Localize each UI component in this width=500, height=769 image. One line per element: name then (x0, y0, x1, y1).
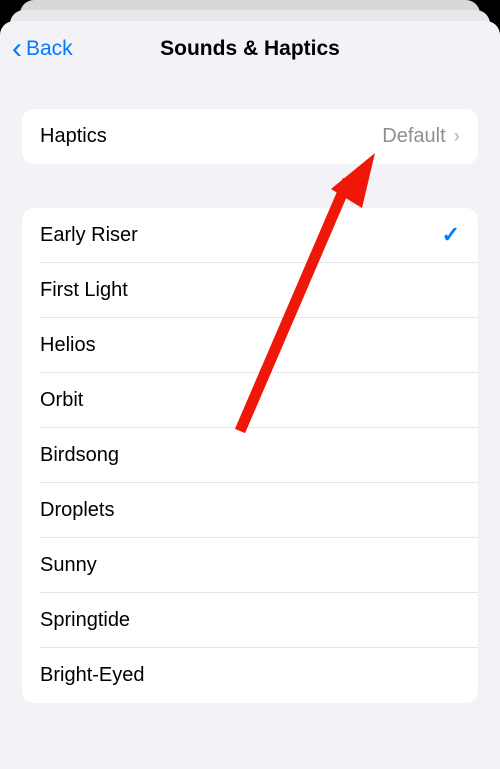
sound-label: Springtide (40, 609, 130, 632)
sound-row[interactable]: Sunny (40, 538, 478, 593)
sound-row[interactable]: Orbit (40, 373, 478, 428)
back-label: Back (26, 37, 73, 61)
chevron-right-icon: › (454, 126, 460, 148)
sound-label: Orbit (40, 389, 83, 412)
nav-bar: ‹ Back Sounds & Haptics (0, 21, 500, 77)
sound-label: First Light (40, 279, 128, 302)
haptics-value: Default (382, 125, 445, 148)
sound-label: Early Riser (40, 224, 138, 247)
haptics-section: Haptics Default › (22, 109, 478, 164)
sound-row[interactable]: Helios (40, 318, 478, 373)
back-button[interactable]: ‹ Back (0, 34, 73, 64)
haptics-row[interactable]: Haptics Default › (22, 109, 478, 164)
page-title: Sounds & Haptics (0, 37, 500, 61)
sound-row[interactable]: Droplets (40, 483, 478, 538)
sound-row[interactable]: Bright-Eyed (40, 648, 478, 703)
sound-row[interactable]: Early Riser ✓ (40, 208, 478, 263)
sound-row[interactable]: Springtide (40, 593, 478, 648)
sound-label: Helios (40, 334, 96, 357)
sound-label: Sunny (40, 554, 97, 577)
checkmark-icon: ✓ (442, 222, 460, 248)
sound-label: Bright-Eyed (40, 664, 145, 687)
sound-row[interactable]: Birdsong (40, 428, 478, 483)
haptics-value-group: Default › (382, 125, 460, 148)
haptics-label: Haptics (40, 125, 107, 148)
sound-label: Droplets (40, 499, 114, 522)
content: Haptics Default › Early Riser ✓ First Ligh… (0, 77, 500, 703)
sound-row[interactable]: First Light (40, 263, 478, 318)
sound-label: Birdsong (40, 444, 119, 467)
chevron-left-icon: ‹ (12, 34, 22, 64)
settings-sheet: ‹ Back Sounds & Haptics Haptics Default … (0, 21, 500, 769)
sounds-section: Early Riser ✓ First Light Helios Orbit Birdso… (22, 208, 478, 703)
